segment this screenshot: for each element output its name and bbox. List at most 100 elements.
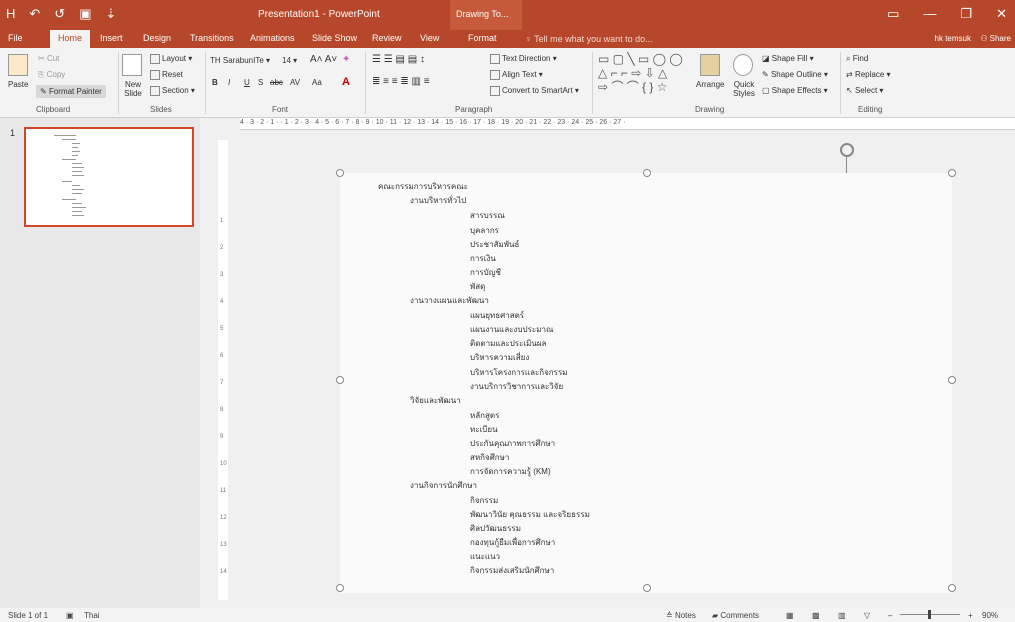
tab-slide-show[interactable]: Slide Show <box>312 33 357 43</box>
tell-me-box[interactable]: ♀ Tell me what you want to do... <box>525 34 653 44</box>
slide-canvas[interactable] <box>340 173 952 593</box>
list-item[interactable]: บุคลากร <box>470 224 499 237</box>
quick-styles-button[interactable]: Quick Styles <box>730 80 758 98</box>
tab-review[interactable]: Review <box>372 33 402 43</box>
ribbon-display-options-icon[interactable]: ▭ <box>887 6 899 22</box>
resize-handle[interactable] <box>948 584 956 592</box>
redo-icon[interactable]: ↺ <box>54 6 65 22</box>
save-icon[interactable]: H <box>6 6 15 22</box>
reset-button[interactable]: Reset <box>150 70 183 80</box>
resize-handle[interactable] <box>643 584 651 592</box>
resize-handle[interactable] <box>643 169 651 177</box>
shape-effects-button[interactable]: ▢ Shape Effects ▾ <box>762 86 828 95</box>
bold-button[interactable]: B <box>212 78 218 87</box>
find-button[interactable]: ⌕ Find <box>846 54 868 64</box>
list-item[interactable]: แผนยุทธศาสตร์ <box>470 309 524 322</box>
list-item[interactable]: การจัดการความรู้ (KM) <box>470 465 551 478</box>
strikethrough-button[interactable]: abc <box>270 78 283 87</box>
shape-fill-button[interactable]: ◪ Shape Fill ▾ <box>762 54 814 63</box>
list-item[interactable]: พัสดุ <box>470 280 485 293</box>
restore-button[interactable]: ❐ <box>960 6 972 22</box>
copy-button[interactable]: ⎘ Copy <box>38 70 65 80</box>
clear-formatting-icon[interactable]: ✦ <box>342 54 350 65</box>
shapes-gallery[interactable]: ▭ ▢ ╲ ▭ ◯ ◯ △ ⌐ ⌐ ⇨ ⇩ △ ⇨ ⌒ ⌒ { } ☆ <box>598 52 683 94</box>
arrange-icon[interactable] <box>700 54 720 76</box>
list-item[interactable]: ติดตามและประเมินผล <box>470 337 546 350</box>
resize-handle[interactable] <box>336 584 344 592</box>
slideshow-view-icon[interactable]: ▽ <box>864 611 870 620</box>
org-heading[interactable]: คณะกรรมการบริหารคณะ <box>378 180 468 193</box>
change-case-button[interactable]: Aa <box>312 78 322 87</box>
section-heading[interactable]: งานวางแผนและพัฒนา <box>410 294 489 307</box>
select-button[interactable]: ↖ Select ▾ <box>846 86 883 95</box>
list-item[interactable]: พัฒนาวินัย คุณธรรม และจริยธรรม <box>470 508 590 521</box>
list-item[interactable]: ทะเบียน <box>470 423 498 436</box>
shadow-button[interactable]: S <box>258 78 263 87</box>
zoom-out-button[interactable]: – <box>888 611 892 620</box>
font-name-dropdown[interactable]: TH SarabunITe ▾ <box>210 56 270 65</box>
align-icons[interactable]: ≣ ≡ ≡ ≣ ▥ ≡ <box>372 76 430 87</box>
increase-font-size-icon[interactable]: A˄ A˅ <box>310 54 337 65</box>
quick-styles-icon[interactable] <box>733 54 753 76</box>
format-painter-button[interactable]: ✎ Format Painter <box>36 85 106 98</box>
share-button[interactable]: ⚇ Share <box>980 34 1011 43</box>
tab-home[interactable]: Home <box>50 30 91 48</box>
cut-button[interactable]: ✂ Cut <box>38 54 59 63</box>
list-item[interactable]: การเงิน <box>470 252 496 265</box>
resize-handle[interactable] <box>948 169 956 177</box>
start-from-beginning-icon[interactable]: ▣ <box>79 6 91 22</box>
slide-sorter-icon[interactable]: ▩ <box>812 611 820 620</box>
resize-handle[interactable] <box>336 169 344 177</box>
arrange-button[interactable]: Arrange <box>696 80 724 89</box>
language-indicator[interactable]: Thai <box>84 611 100 620</box>
zoom-slider-thumb[interactable] <box>928 610 931 619</box>
zoom-in-button[interactable]: + <box>968 611 973 620</box>
list-item[interactable]: ศิลปวัฒนธรรม <box>470 522 521 535</box>
section-heading[interactable]: วิจัยและพัฒนา <box>410 394 461 407</box>
convert-to-smartart-button[interactable]: Convert to SmartArt ▾ <box>490 86 579 96</box>
list-item[interactable]: งานบริการวิชาการและวิจัย <box>470 380 563 393</box>
rotate-handle-icon[interactable] <box>840 143 854 157</box>
layout-button[interactable]: Layout ▾ <box>150 54 192 64</box>
list-item[interactable]: บริหารโครงการและกิจกรรม <box>470 366 568 379</box>
character-spacing-button[interactable]: AV <box>290 78 300 87</box>
list-item[interactable]: แนะแนว <box>470 550 500 563</box>
customize-qat-icon[interactable]: ⇣ <box>106 6 117 22</box>
list-item[interactable]: บริหารความเสี่ยง <box>470 351 529 364</box>
minimize-button[interactable]: — <box>923 6 936 22</box>
list-item[interactable]: สหกิจศึกษา <box>470 451 509 464</box>
section-heading[interactable]: งานบริหารทั่วไป <box>410 194 466 207</box>
new-slide-icon[interactable] <box>122 54 142 76</box>
tab-insert[interactable]: Insert <box>100 33 123 43</box>
section-heading[interactable]: งานกิจการนักศึกษา <box>410 479 477 492</box>
comments-button[interactable]: ▰ Comments <box>712 611 759 620</box>
font-color-button[interactable]: A <box>342 76 350 88</box>
undo-icon[interactable]: ↶ <box>29 6 40 22</box>
tab-design[interactable]: Design <box>143 33 171 43</box>
spell-check-icon[interactable]: ▣ <box>66 611 74 620</box>
font-size-dropdown[interactable]: 14 ▾ <box>282 56 297 65</box>
list-item[interactable]: กองทุนกู้ยืมเพื่อการศึกษา <box>470 536 555 549</box>
list-item[interactable]: แผนงานและงบประมาณ <box>470 323 553 336</box>
list-item[interactable]: กิจกรรมส่งเสริมนักศึกษา <box>470 564 554 577</box>
list-item[interactable]: ประชาสัมพันธ์ <box>470 238 519 251</box>
replace-button[interactable]: ⇄ Replace ▾ <box>846 70 891 79</box>
user-name[interactable]: hk temsuk <box>935 34 971 43</box>
text-direction-button[interactable]: Text Direction ▾ <box>490 54 557 64</box>
section-button[interactable]: Section ▾ <box>150 86 195 96</box>
paste-button[interactable]: Paste <box>8 80 28 89</box>
tab-file[interactable]: File <box>8 33 23 43</box>
underline-button[interactable]: U <box>244 78 250 87</box>
list-item[interactable]: ประกันคุณภาพการศึกษา <box>470 437 555 450</box>
italic-button[interactable]: I <box>228 78 230 87</box>
align-text-button[interactable]: Align Text ▾ <box>490 70 543 80</box>
tab-format[interactable]: Format <box>468 33 497 43</box>
normal-view-icon[interactable]: ▦ <box>786 611 794 620</box>
new-slide-button[interactable]: New Slide <box>122 80 144 98</box>
bullets-icon[interactable]: ☰ ☰ ▤ ▤ ↕ <box>372 54 425 65</box>
list-item[interactable]: สารบรรณ <box>470 209 505 222</box>
notes-button[interactable]: ≙ Notes <box>666 611 696 620</box>
paste-icon[interactable] <box>8 54 28 76</box>
shape-outline-button[interactable]: ✎ Shape Outline ▾ <box>762 70 828 79</box>
list-item[interactable]: หลักสูตร <box>470 409 499 422</box>
